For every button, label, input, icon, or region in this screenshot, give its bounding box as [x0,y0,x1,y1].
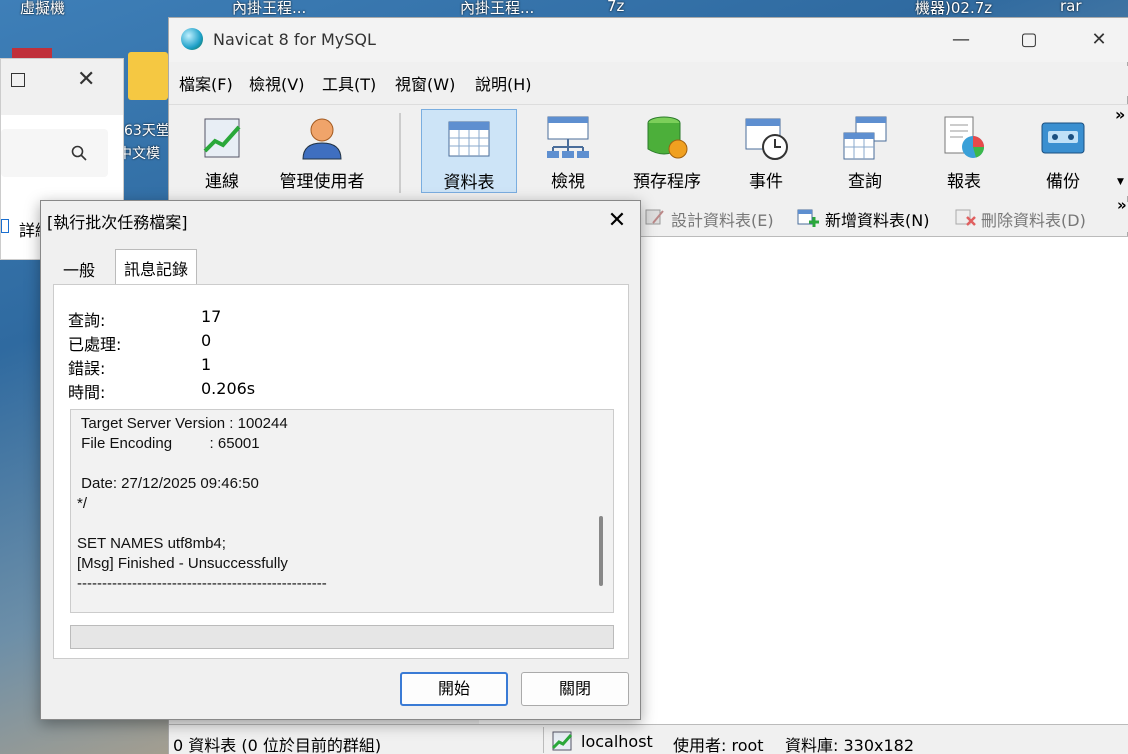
table-action-bar: 設計資料表(E) 新增資料表(N) 刪除資料表(D) » [639,196,1128,232]
status-table-count: 0 資料表 (0 位於目前的群組) [173,736,382,754]
desktop-item[interactable]: 虛擬機 [20,0,65,18]
desktop-item[interactable]: rar [1060,0,1082,15]
desktop-item[interactable]: 機器)02.7z [915,0,992,18]
toolbar-views-button[interactable]: 檢視 [520,109,616,193]
stat-label-queries: 查詢: [68,311,106,330]
menu-bar: 檔案(F) 檢視(V) 工具(T) 視窗(W) 說明(H) [169,66,1128,96]
folder-icon[interactable] [128,52,168,100]
toolbar-reports-button[interactable]: 報表 [916,109,1012,193]
delete-table-icon [955,209,976,226]
close-button[interactable]: ✕ [1079,26,1119,54]
new-table-icon [797,209,819,227]
dialog-close-button[interactable]: ✕ [601,205,633,237]
close-icon[interactable]: ✕ [77,67,95,92]
progress-bar [70,625,614,649]
table-icon [448,121,490,157]
toolbar-backup-button[interactable]: 備份 [1015,109,1111,193]
window-title: Navicat 8 for MySQL [213,30,376,49]
search-icon [71,145,87,161]
menu-tools[interactable]: 工具(T) [322,71,376,95]
log-scrollbar[interactable] [588,410,613,612]
stat-value-errors: 1 [201,355,212,374]
toolbar-events-button[interactable]: 事件 [718,109,814,193]
report-icon [944,116,984,158]
menu-file[interactable]: 檔案(F) [179,71,233,95]
toolbar-separator [399,113,401,193]
status-bar: 0 資料表 (0 位於目前的群組) localhost 使用者: root 資料… [169,724,1128,754]
desktop-icon-label[interactable]: 中文模 [118,143,160,163]
dialog-title: [執行批次任務檔案] [47,213,188,232]
status-database: 資料庫: 330x182 [785,736,915,754]
stat-value-processed: 0 [201,331,212,350]
desktop-top-strip: 虛擬機 內掛王程... 內掛王程... 7z 機器)02.7z rar [0,0,1128,18]
new-table-button[interactable]: 新增資料表(N) [825,207,929,231]
log-scrollbar-thumb[interactable] [599,516,603,586]
menu-help[interactable]: 說明(H) [475,71,532,95]
connection-status-icon [551,731,573,751]
start-button[interactable]: 開始 [400,672,508,706]
message-log-panel: 查詢: 17 已處理: 0 錯誤: 1 時間: 0.206s Target Se… [53,284,629,659]
status-divider [543,727,544,753]
maximize-icon[interactable] [11,73,25,87]
design-table-icon [645,209,664,225]
menu-window[interactable]: 視窗(W) [395,71,455,95]
toolbar-overflow-icon[interactable]: » [1115,105,1125,124]
desktop-item[interactable]: 內掛王程... [460,0,534,18]
toolbar-dropdown-icon[interactable]: ▼ [1117,177,1124,187]
tab-general[interactable]: 一般 [55,251,103,283]
toolbar-connection-button[interactable]: 連線 [174,109,270,193]
desktop-icon-label[interactable]: 63天堂 [124,120,170,140]
message-log-textarea[interactable]: Target Server Version : 100244 File Enco… [70,409,614,613]
status-user: 使用者: root [673,736,764,754]
minimize-button[interactable]: — [941,26,981,54]
explorer-titlebar: ✕ [1,59,123,115]
explorer-search[interactable] [1,129,108,177]
navicat-logo-icon [181,28,203,50]
stat-label-errors: 錯誤: [68,359,106,378]
desktop-item[interactable]: 7z [607,0,624,15]
desktop-item[interactable]: 內掛王程... [232,0,306,18]
subbar-overflow-icon[interactable]: » [1117,196,1127,214]
design-table-button[interactable]: 設計資料表(E) [671,207,774,231]
toolbar-queries-button[interactable]: 查詢 [817,109,913,193]
user-icon [302,118,342,160]
delete-table-button[interactable]: 刪除資料表(D) [981,207,1086,231]
stat-value-time: 0.206s [201,379,256,398]
details-icon [1,219,9,233]
connection-icon [203,118,241,158]
stat-value-queries: 17 [201,307,222,326]
tab-message-log[interactable]: 訊息記錄 [115,249,198,285]
stat-label-processed: 已處理: [68,335,122,354]
execute-batch-dialog: [執行批次任務檔案] ✕ 一般 訊息記錄 查詢: 17 已處理: 0 錯誤: 1… [40,200,641,720]
backup-icon [1041,122,1085,154]
close-dialog-button[interactable]: 關閉 [521,672,629,706]
stat-label-time: 時間: [68,383,106,402]
query-icon [843,116,887,160]
toolbar-stored-procedures-button[interactable]: 預存程序 [619,109,715,193]
stored-procedure-icon [647,116,688,159]
menu-view[interactable]: 檢視(V) [249,71,304,95]
main-toolbar: 連線 管理使用者 資料表 檢視 預存程序 事件 查詢 報表 備份 » ▼ [169,104,1128,196]
status-connection: localhost [581,732,653,751]
maximize-button[interactable]: ▢ [1009,26,1049,54]
navicat-titlebar: Navicat 8 for MySQL — ▢ ✕ [169,18,1128,62]
event-icon [745,118,788,160]
log-text: Target Server Version : 100244 File Enco… [77,415,327,592]
toolbar-manage-users-button[interactable]: 管理使用者 [274,109,370,193]
view-icon [547,116,589,158]
toolbar-tables-button[interactable]: 資料表 [421,109,517,193]
